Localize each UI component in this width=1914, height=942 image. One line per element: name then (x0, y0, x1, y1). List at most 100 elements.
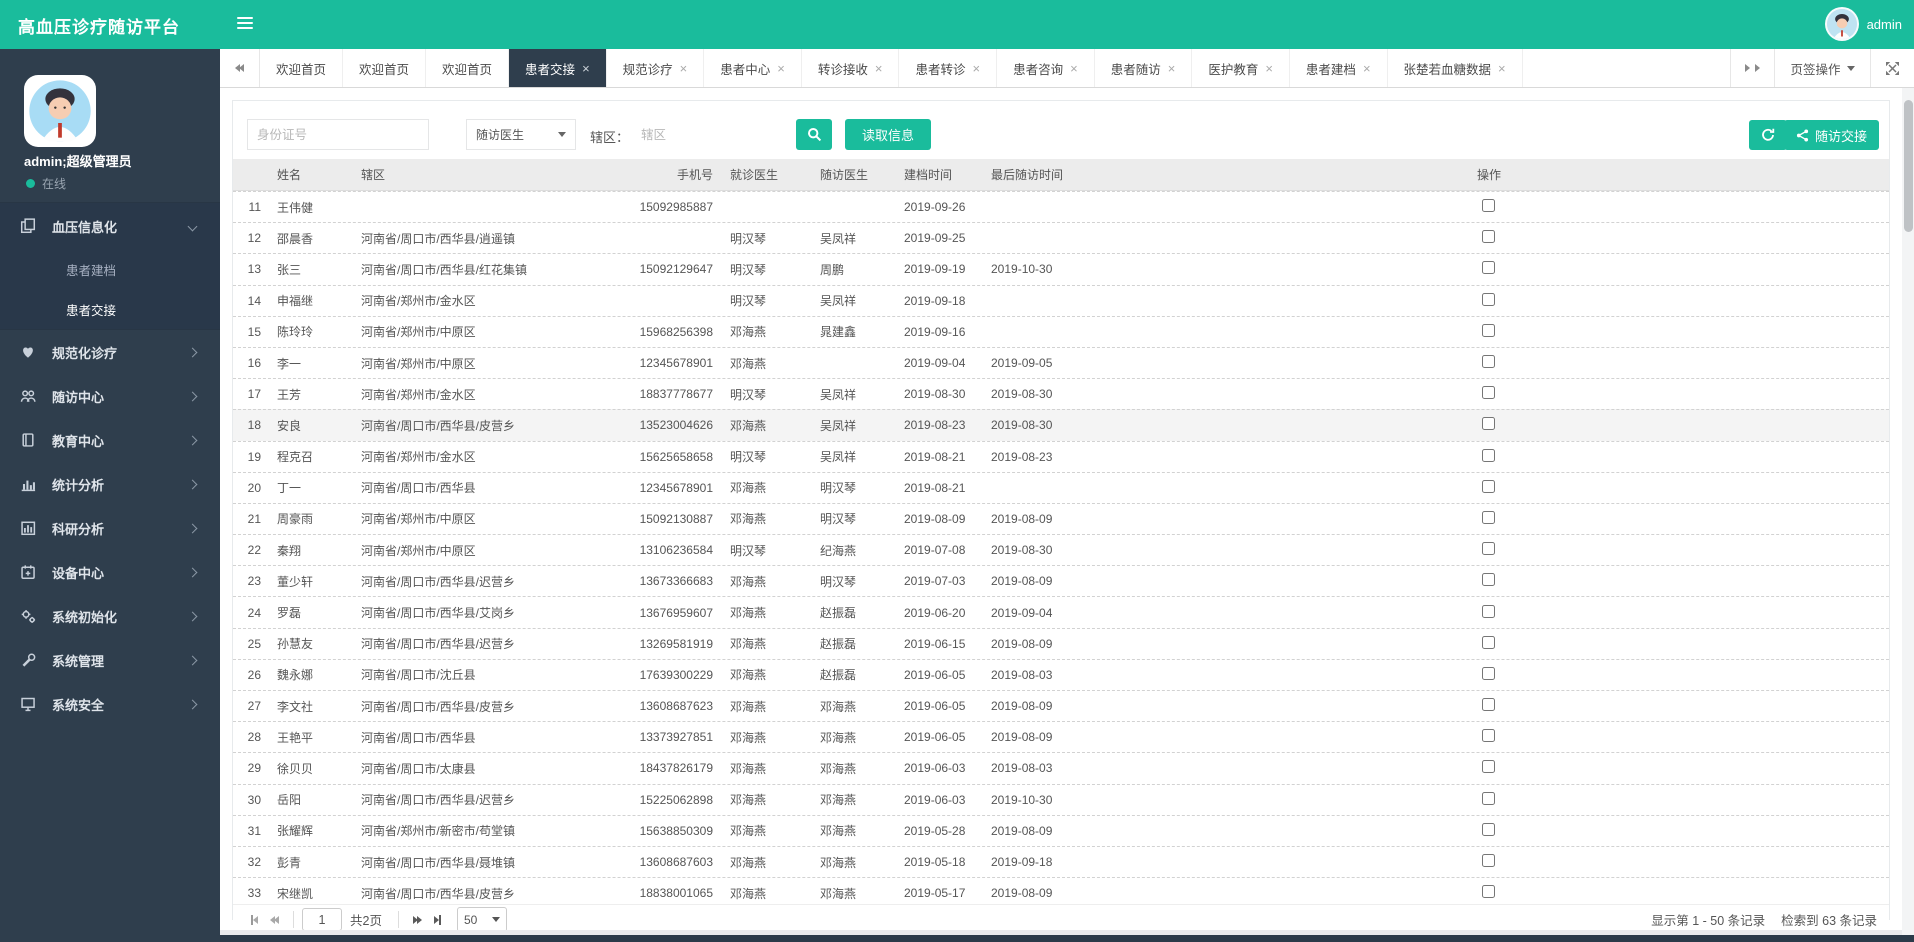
row-checkbox[interactable] (1482, 573, 1495, 587)
sidebar-item-4[interactable]: 统计分析 (0, 462, 220, 506)
row-checkbox[interactable] (1482, 448, 1495, 462)
sidebar-item-6[interactable]: 设备中心 (0, 550, 220, 594)
tabs-scroll-right-icon[interactable] (1730, 49, 1774, 87)
tab-2[interactable]: 欢迎首页 (426, 49, 510, 87)
row-checkbox[interactable] (1482, 729, 1495, 743)
tab-label: 医护教育 (1208, 62, 1259, 77)
profile-avatar[interactable] (24, 75, 96, 147)
sidebar-item-1[interactable]: 规范化诊疗 (0, 330, 220, 374)
user-avatar[interactable] (1824, 7, 1859, 41)
follow-handover-button[interactable]: 随访交接 (1783, 120, 1879, 150)
sidebar-subitem[interactable]: 患者建档 (0, 249, 220, 289)
row-checkbox[interactable] (1482, 479, 1495, 493)
cell-created: 2019-05-17 (904, 886, 966, 901)
tab-10[interactable]: 医护教育 × (1192, 49, 1290, 87)
cell-action (1477, 386, 1597, 402)
cell-follow-doctor: 明汉琴 (820, 512, 857, 527)
row-checkbox[interactable] (1482, 760, 1495, 774)
row-checkbox[interactable] (1482, 635, 1495, 649)
cell-action (1477, 791, 1597, 808)
tab-3[interactable]: 患者交接 × (509, 49, 607, 87)
row-checkbox[interactable] (1482, 604, 1495, 618)
sidebar-item-8[interactable]: 系统管理 (0, 638, 220, 682)
row-checkbox[interactable] (1482, 542, 1495, 556)
cell-last-visit: 2019-08-03 (991, 667, 1053, 682)
row-checkbox[interactable] (1482, 323, 1495, 337)
row-checkbox[interactable] (1482, 386, 1495, 400)
row-checkbox[interactable] (1482, 698, 1495, 712)
nav-group: 随访中心 (0, 374, 220, 418)
cell-phone: 12345678901 (639, 356, 713, 371)
row-checkbox[interactable] (1482, 355, 1495, 369)
close-icon[interactable]: × (777, 62, 785, 75)
row-checkbox[interactable] (1482, 510, 1495, 524)
sidebar-item-0[interactable]: 血压信息化 (0, 203, 220, 249)
cell-follow-doctor: 纪海燕 (820, 543, 857, 558)
close-icon[interactable]: × (1498, 62, 1506, 75)
row-checkbox[interactable] (1482, 885, 1495, 899)
sidebar-item-9[interactable]: 系统安全 (0, 682, 220, 726)
close-icon[interactable]: × (875, 62, 883, 75)
id-number-input[interactable] (247, 119, 429, 150)
page-first-icon[interactable] (245, 910, 264, 930)
tab-0[interactable]: 欢迎首页 (260, 49, 344, 87)
tab-8[interactable]: 患者咨询 × (997, 49, 1095, 87)
table-row: 18 安良 河南省/周口市/西华县/皮营乡 13523004626 邓海燕 吴凤祥 2019… (233, 409, 1889, 441)
cell-action (1477, 230, 1597, 246)
page-prev-icon[interactable] (264, 911, 285, 929)
page-next-icon[interactable] (407, 911, 428, 929)
page-jump-input[interactable] (302, 908, 342, 931)
tab-5[interactable]: 患者中心 × (704, 49, 802, 87)
row-checkbox[interactable] (1482, 854, 1495, 868)
record-range-label: 显示第 1 - 50 条记录 (1651, 914, 1766, 928)
cell-visit-doctor: 邓海燕 (730, 699, 767, 714)
table-row: 31 张耀辉 河南省/郑州市/新密市/苟堂镇 15638850309 邓海燕 邓海燕 201… (233, 814, 1889, 846)
row-checkbox[interactable] (1482, 199, 1495, 213)
tab-12[interactable]: 张楚若血糖数据 × (1388, 49, 1523, 87)
close-icon[interactable]: × (582, 62, 590, 75)
follow-doctor-select[interactable]: 随访医生 (466, 119, 576, 150)
close-icon[interactable]: × (1168, 62, 1176, 75)
row-checkbox[interactable] (1482, 292, 1495, 306)
tab-7[interactable]: 患者转诊 × (899, 49, 998, 87)
close-icon[interactable]: × (1070, 62, 1078, 75)
tab-4[interactable]: 规范诊疗 × (607, 49, 705, 87)
search-button[interactable] (796, 119, 832, 150)
close-icon[interactable]: × (1363, 62, 1371, 75)
hamburger-menu-icon[interactable] (237, 17, 253, 31)
row-checkbox[interactable] (1482, 230, 1495, 244)
cell-follow-doctor: 邓海燕 (820, 793, 857, 808)
tab-actions-dropdown[interactable]: 页签操作 (1774, 49, 1870, 87)
row-checkbox[interactable] (1482, 666, 1495, 680)
vertical-scrollbar[interactable] (1902, 88, 1914, 942)
row-checkbox[interactable] (1482, 822, 1495, 836)
row-checkbox[interactable] (1482, 261, 1495, 275)
cell-index: 26 (247, 667, 261, 682)
cell-created: 2019-07-08 (904, 543, 966, 558)
close-icon[interactable]: × (1265, 62, 1273, 75)
close-icon[interactable]: × (680, 62, 688, 75)
sidebar-item-5[interactable]: 科研分析 (0, 506, 220, 550)
tab-11[interactable]: 患者建档 × (1290, 49, 1388, 87)
scrollbar-thumb[interactable] (1903, 100, 1913, 232)
sidebar-item-7[interactable]: 系统初始化 (0, 594, 220, 638)
tab-9[interactable]: 患者随访 × (1095, 49, 1193, 87)
tabs-scroll-left-icon[interactable] (220, 49, 260, 87)
tab-1[interactable]: 欢迎首页 (343, 49, 427, 87)
read-info-button[interactable]: 读取信息 (845, 119, 932, 150)
tab-6[interactable]: 转诊接收 × (802, 49, 900, 87)
page-size-select[interactable]: 50 (456, 907, 507, 932)
page-last-icon[interactable] (428, 910, 447, 930)
sidebar-item-2[interactable]: 随访中心 (0, 374, 220, 418)
cell-last-visit: 2019-08-09 (991, 511, 1053, 526)
sidebar-item-3[interactable]: 教育中心 (0, 418, 220, 462)
row-checkbox[interactable] (1482, 791, 1495, 805)
row-checkbox[interactable] (1482, 417, 1495, 431)
fullscreen-icon[interactable] (1870, 49, 1914, 87)
user-menu[interactable]: admin (1824, 7, 1902, 41)
region-input[interactable] (632, 119, 782, 150)
sidebar-subitem[interactable]: 患者交接 (0, 289, 220, 329)
close-icon[interactable]: × (973, 62, 981, 75)
refresh-button[interactable] (1749, 120, 1787, 150)
cell-last-visit: 2019-08-09 (991, 699, 1053, 714)
